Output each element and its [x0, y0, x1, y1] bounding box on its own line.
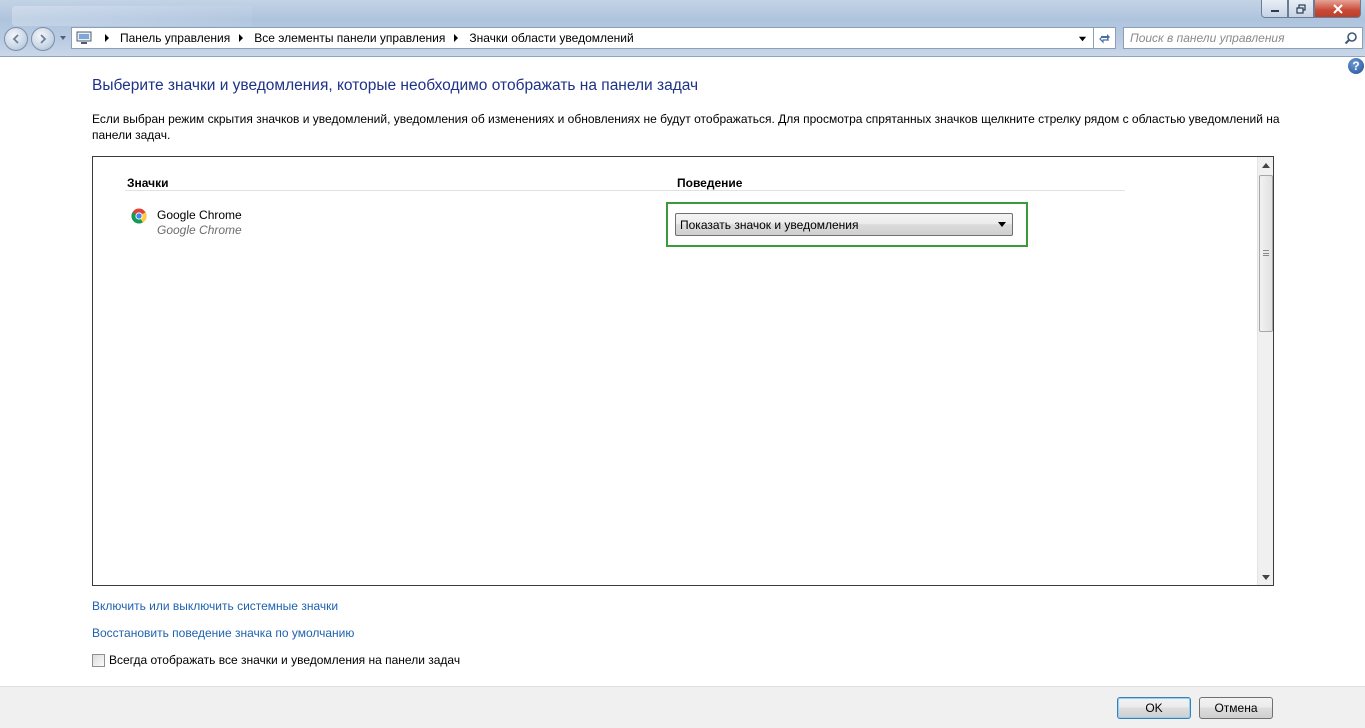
system-icons-link[interactable]: Включить или выключить системные значки — [92, 599, 338, 613]
search-icon[interactable] — [1344, 31, 1358, 45]
always-show-checkbox[interactable] — [92, 653, 105, 667]
app-name: Google Chrome — [157, 208, 242, 222]
breadcrumb-control-panel[interactable]: Панель управления — [120, 31, 230, 45]
app-subtitle: Google Chrome — [157, 223, 242, 237]
forward-button[interactable] — [31, 27, 55, 51]
control-panel-icon — [76, 31, 92, 44]
behavior-dropdown[interactable]: Показать значок и уведомления — [675, 213, 1013, 236]
recent-pages-dropdown-icon[interactable] — [58, 33, 68, 43]
back-arrow-icon — [12, 34, 19, 44]
window-titlebar: Панель управления Все элементы панели уп… — [0, 0, 1365, 57]
behavior-selected-value: Показать значок и уведомления — [680, 217, 859, 232]
address-dropdown-icon[interactable] — [1078, 34, 1087, 43]
scroll-up-button[interactable] — [1258, 157, 1274, 173]
chevron-right-icon[interactable] — [451, 33, 461, 43]
minimize-icon — [1270, 9, 1279, 12]
cancel-button[interactable]: Отмена — [1199, 697, 1273, 719]
search-input[interactable] — [1130, 30, 1330, 46]
minimize-button[interactable] — [1261, 0, 1288, 18]
breadcrumb-notification-icons[interactable]: Значки области уведомлений — [469, 31, 633, 45]
refresh-icon — [1098, 34, 1110, 44]
dropdown-arrow-icon — [998, 222, 1006, 227]
address-bar[interactable]: Панель управления Все элементы панели уп… — [71, 27, 1094, 49]
restore-default-link[interactable]: Восстановить поведение значка по умолчан… — [92, 626, 354, 640]
scroll-up-arrow-icon — [1262, 162, 1270, 168]
page-description: Если выбран режим скрытия значков и увед… — [92, 112, 1280, 142]
background-window-ghost — [12, 6, 252, 26]
header-divider — [125, 190, 1125, 191]
close-button[interactable] — [1314, 0, 1361, 18]
help-icon[interactable]: ? — [1348, 58, 1364, 74]
always-show-label[interactable]: Всегда отображать все значки и уведомлен… — [109, 653, 460, 667]
notification-icons-list: Значки Поведение Google Chrome Google Ch… — [92, 156, 1274, 586]
close-icon — [1332, 3, 1343, 14]
page-title: Выберите значки и уведомления, которые н… — [92, 77, 699, 94]
chrome-icon — [131, 208, 147, 224]
scroll-down-arrow-icon — [1262, 574, 1270, 580]
always-show-row[interactable]: Всегда отображать все значки и уведомлен… — [92, 653, 460, 667]
ok-button[interactable]: OK — [1117, 697, 1191, 719]
chevron-right-icon[interactable] — [236, 33, 246, 43]
breadcrumb-all-items[interactable]: Все элементы панели управления — [254, 31, 445, 45]
refresh-button[interactable] — [1094, 27, 1116, 49]
dialog-footer: OK Отмена — [0, 686, 1365, 728]
scrollbar-grip-icon — [1263, 250, 1269, 256]
column-header-icons: Значки — [127, 176, 169, 190]
chevron-right-icon[interactable] — [102, 33, 112, 43]
restore-icon — [1296, 3, 1306, 14]
back-button[interactable] — [4, 27, 28, 51]
scrollbar-thumb[interactable] — [1259, 175, 1273, 332]
forward-arrow-icon — [40, 34, 47, 44]
search-box[interactable] — [1123, 27, 1363, 49]
scroll-down-button[interactable] — [1258, 569, 1274, 585]
restore-button[interactable] — [1288, 0, 1314, 18]
vertical-scrollbar[interactable] — [1257, 157, 1273, 585]
column-header-behavior: Поведение — [677, 176, 743, 190]
